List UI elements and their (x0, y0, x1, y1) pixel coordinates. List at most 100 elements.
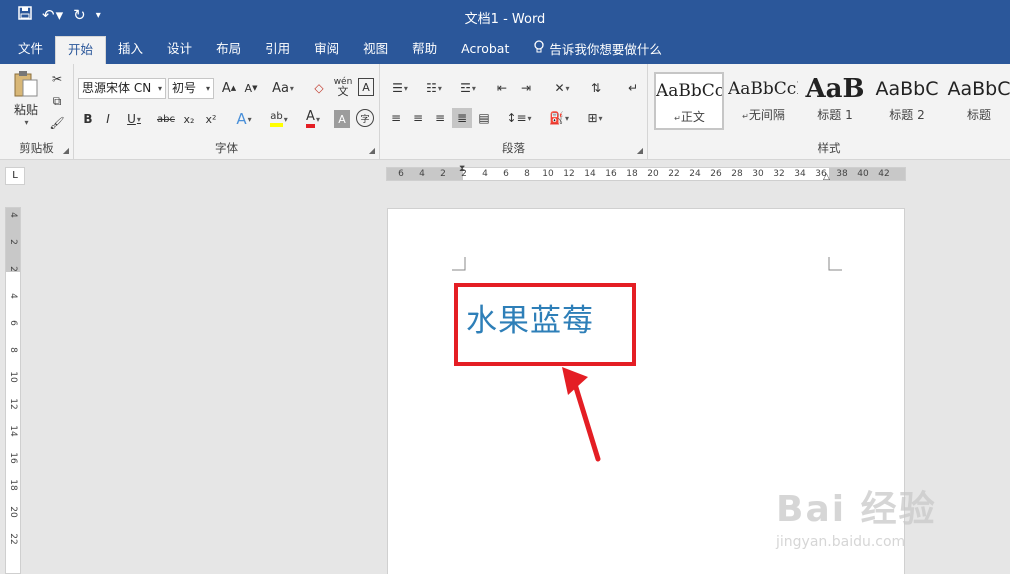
shading-icon[interactable]: ⛽ ▾ (544, 108, 574, 128)
chevron-down-icon: ▾ (157, 84, 162, 93)
style-normal[interactable]: AaBbCcI ↵正文 (654, 72, 724, 130)
style-no-spacing[interactable]: AaBbCcI ↵无间隔 (728, 72, 798, 130)
style-name: 标题 (966, 108, 991, 122)
style-preview: AaBbCcI (656, 81, 722, 101)
clear-format-icon[interactable]: ◇ (310, 78, 328, 98)
font-group-label: 字体 (215, 141, 238, 155)
style-title[interactable]: AaBbC 标题 (944, 72, 1010, 130)
ruler-tick: 22 (668, 169, 680, 179)
tab-acrobat[interactable]: Acrobat (449, 36, 521, 64)
ruler-tick: 12 (563, 169, 575, 179)
font-name-dropdown[interactable]: 思源宋体 CN ▾ (78, 78, 166, 99)
tab-view[interactable]: 视图 (351, 36, 400, 64)
italic-button[interactable]: I (100, 110, 116, 128)
justify-icon[interactable]: ≣ (452, 108, 472, 128)
highlight-color-button[interactable]: ab ▾ (264, 108, 294, 130)
style-preview: AaB (805, 74, 865, 104)
copy-icon[interactable]: ⧉ (48, 92, 66, 110)
ruler-tick: 14 (8, 425, 18, 437)
multilevel-list-icon[interactable]: ☲ ▾ (454, 78, 482, 98)
bullets-icon[interactable]: ☰ ▾ (386, 78, 414, 98)
distributed-icon[interactable]: ▤ (474, 108, 494, 128)
font-color-button[interactable]: A ▾ (298, 108, 328, 130)
ruler-tick: 8 (8, 347, 18, 353)
watermark-url: jingyan.baidu.com (776, 534, 906, 550)
shrink-font-button[interactable]: A ▼ (242, 78, 260, 98)
baidu-watermark: Bai 经验 jingyan.baidu.com (776, 480, 1006, 574)
style-name: 正文 (680, 110, 705, 124)
tab-insert[interactable]: 插入 (106, 36, 155, 64)
cut-icon[interactable]: ✂ (48, 70, 66, 88)
tab-selector[interactable]: L (5, 167, 25, 185)
ruler-tick: 16 (605, 169, 617, 179)
paragraph-launcher-icon[interactable]: ◢ (637, 146, 643, 155)
sort-icon[interactable]: ⇅ (586, 78, 606, 98)
tab-layout[interactable]: 布局 (204, 36, 253, 64)
tab-help[interactable]: 帮助 (400, 36, 449, 64)
tab-file[interactable]: 文件 (6, 36, 55, 64)
strikethrough-button[interactable]: abc (154, 110, 178, 128)
chevron-down-icon: ▾ (205, 84, 210, 93)
numbering-icon[interactable]: ☷ ▾ (420, 78, 448, 98)
bold-button[interactable]: B (80, 110, 96, 128)
char-shading-button[interactable]: A (334, 110, 350, 128)
clipboard-launcher-icon[interactable]: ◢ (63, 146, 69, 155)
horizontal-ruler[interactable]: 6 4 2 2 4 6 8 10 12 14 16 18 20 22 24 26 28 30 32 34 36 38 40 4… (386, 164, 906, 182)
align-right-icon[interactable]: ≡ (430, 108, 450, 128)
ruler-tick: 4 (419, 169, 425, 179)
clipboard-group: 粘贴 ▾ ✂ ⧉ 🖌 剪贴板 ◢ (0, 64, 74, 160)
tab-references[interactable]: 引用 (253, 36, 302, 64)
phonetic-guide-button[interactable]: wén 文 (332, 76, 354, 98)
paragraph-group: ☰ ▾ ☷ ▾ ☲ ▾ ⇤ ⇥ ✕ ▾ ⇅ ↵ ≡ ≡ ≡ ≣ ▤ ↕≡ ▾ ⛽ ▾ ⊞ ▾ … (380, 64, 648, 160)
indent-marker-icon[interactable]: ⧗ (459, 164, 465, 174)
font-color-icon: A (306, 110, 315, 128)
change-case-label: Aa (272, 80, 289, 96)
ruler-tick: 18 (8, 479, 18, 491)
ruler-tick: 6 (503, 169, 509, 179)
ruler-tick: 14 (584, 169, 596, 179)
underline-label: U (127, 112, 136, 126)
text-effects-button[interactable]: A ▾ (230, 108, 258, 130)
line-spacing-icon[interactable]: ↕≡ ▾ (504, 108, 534, 128)
show-marks-icon[interactable]: ↵ (624, 78, 642, 98)
style-heading-1[interactable]: AaB 标题 1 (800, 72, 870, 130)
highlighter-icon: ab (270, 111, 283, 127)
enclose-char-button[interactable]: 字 (356, 109, 374, 127)
ruler-tick: 6 (398, 169, 404, 179)
subscript-button[interactable]: x₂ (180, 110, 198, 128)
grow-font-button[interactable]: A ▲ (220, 78, 238, 98)
style-heading-2[interactable]: AaBbC 标题 2 (872, 72, 942, 130)
increase-indent-icon[interactable]: ⇥ (516, 78, 536, 98)
change-case-button[interactable]: Aa ▾ (268, 78, 298, 98)
title-bar: ↶▾ ↻ ▾ 文档1 - Word (0, 0, 1010, 34)
ruler-tick: 24 (689, 169, 701, 179)
format-painter-icon[interactable]: 🖌 (48, 114, 66, 132)
ruler-tick: 10 (542, 169, 554, 179)
right-indent-marker-icon[interactable]: △ (823, 172, 830, 182)
asian-layout-icon[interactable]: ✕ ▾ (548, 78, 576, 98)
window-title: 文档1 - Word (464, 12, 546, 27)
shrink-font-label: A (244, 81, 253, 95)
char-border-icon[interactable]: A (358, 78, 374, 96)
tab-review[interactable]: 审阅 (302, 36, 351, 64)
font-size-value: 初号 (172, 81, 197, 95)
superscript-button[interactable]: x² (202, 110, 220, 128)
font-size-dropdown[interactable]: 初号 ▾ (168, 78, 214, 99)
ruler-tick: 6 (8, 320, 18, 326)
styles-group-label: 样式 (817, 141, 841, 155)
align-center-icon[interactable]: ≡ (408, 108, 428, 128)
borders-icon[interactable]: ⊞ ▾ (580, 108, 610, 128)
paste-button[interactable]: 粘贴 ▾ (8, 70, 44, 127)
tab-design[interactable]: 设计 (155, 36, 204, 64)
ruler-tick: 8 (524, 169, 530, 179)
font-launcher-icon[interactable]: ◢ (369, 146, 375, 155)
vertical-ruler[interactable]: 4 2 2 4 6 8 10 12 14 16 18 20 22 (5, 207, 21, 574)
underline-button[interactable]: U ▾ (122, 110, 146, 128)
ribbon: 粘贴 ▾ ✂ ⧉ 🖌 剪贴板 ◢ 思源宋体 CN ▾ 初号 ▾ A ▲ A ▼ Aa… (0, 64, 1010, 160)
decrease-indent-icon[interactable]: ⇤ (492, 78, 512, 98)
ruler-tick: 28 (731, 169, 743, 179)
ruler-tick: 18 (626, 169, 638, 179)
align-left-icon[interactable]: ≡ (386, 108, 406, 128)
tell-me-box[interactable]: 告诉我你想要做什么 (521, 36, 674, 64)
tab-home[interactable]: 开始 (55, 36, 107, 64)
